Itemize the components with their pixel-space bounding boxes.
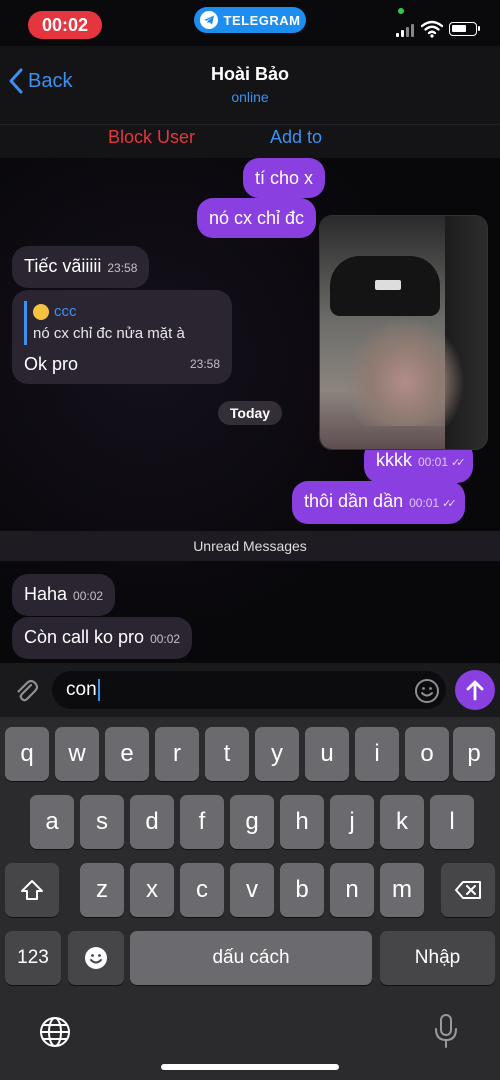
status-time[interactable]: 00:02: [28, 11, 102, 39]
add-contact-button[interactable]: Add to: [270, 127, 322, 148]
message-composer: con: [0, 663, 500, 717]
key-y[interactable]: y: [255, 727, 299, 781]
double-check-icon: ✓✓: [442, 498, 457, 510]
face-emoji-icon: [33, 304, 49, 320]
smiley-icon: [85, 947, 107, 969]
key-k[interactable]: k: [380, 795, 424, 849]
backspace-icon: [455, 881, 481, 899]
microphone-icon[interactable]: [433, 1013, 459, 1049]
message-text: kkkk: [376, 450, 412, 470]
key-h[interactable]: h: [280, 795, 324, 849]
contact-name[interactable]: Hoài Bảo: [0, 64, 500, 85]
message-time: 00:02: [73, 589, 104, 603]
key-d[interactable]: d: [130, 795, 174, 849]
reply-quote[interactable]: ccc nó cx chỉ đc nửa mặt à: [24, 301, 220, 345]
key-q[interactable]: q: [5, 727, 49, 781]
contact-status: online: [231, 89, 269, 105]
key-r[interactable]: r: [155, 727, 199, 781]
send-button[interactable]: [455, 670, 495, 710]
space-key[interactable]: dấu cách: [130, 931, 372, 985]
message-text: Tiếc vãiiiii: [24, 256, 102, 276]
key-i[interactable]: i: [355, 727, 399, 781]
key-n[interactable]: n: [330, 863, 374, 917]
key-j[interactable]: j: [330, 795, 374, 849]
message-list[interactable]: tí cho x nó cx chỉ đc Tiếc vãiiiii 23:58 …: [0, 158, 500, 663]
cellular-signal-icon: [396, 24, 414, 37]
text-caret: [97, 678, 100, 701]
key-t[interactable]: t: [205, 727, 249, 781]
return-key[interactable]: Nhập: [380, 931, 495, 985]
key-x[interactable]: x: [130, 863, 174, 917]
message-time: 23:58: [189, 357, 220, 371]
key-e[interactable]: e: [105, 727, 149, 781]
video-call-preview[interactable]: [320, 216, 487, 449]
message-time: 00:01: [409, 496, 440, 510]
reply-author: ccc: [54, 303, 77, 320]
message-text: Ok pro: [24, 354, 79, 374]
key-a[interactable]: a: [30, 795, 74, 849]
message-bubble-incoming[interactable]: Haha 00:02: [12, 574, 116, 616]
message-input-value: con: [66, 679, 97, 700]
message-text: Haha: [24, 584, 68, 604]
message-bubble-incoming-reply[interactable]: ccc nó cx chỉ đc nửa mặt à Ok pro 23:58: [12, 290, 232, 384]
message-text: Còn call ko pro: [24, 627, 145, 647]
key-o[interactable]: o: [405, 727, 449, 781]
message-text: tí cho x: [255, 168, 314, 188]
key-s[interactable]: s: [80, 795, 124, 849]
emoji-icon[interactable]: [414, 678, 440, 704]
key-u[interactable]: u: [305, 727, 349, 781]
key-z[interactable]: z: [80, 863, 124, 917]
backspace-key[interactable]: [441, 863, 495, 917]
paperclip-icon[interactable]: [12, 677, 40, 705]
shift-key[interactable]: [5, 863, 59, 917]
message-bubble-incoming[interactable]: Tiếc vãiiiii 23:58: [12, 246, 150, 288]
globe-icon[interactable]: [38, 1015, 72, 1049]
key-m[interactable]: m: [380, 863, 424, 917]
message-input[interactable]: con: [52, 671, 446, 709]
chat-header: Back Hoài Bảo online Block User Add to: [0, 46, 500, 158]
numbers-key[interactable]: 123: [5, 931, 61, 985]
on-screen-keyboard: q w e r t y u i o p a s d f g h j k l z …: [0, 717, 500, 1080]
key-b[interactable]: b: [280, 863, 324, 917]
arrow-up-icon: [466, 680, 484, 701]
camera-indicator-icon: [398, 8, 404, 14]
app-pill-label: TELEGRAM: [223, 12, 301, 28]
key-g[interactable]: g: [230, 795, 274, 849]
key-f[interactable]: f: [180, 795, 224, 849]
message-bubble-outgoing[interactable]: thôi dần dần 00:01 ✓✓: [292, 481, 465, 524]
unread-messages-divider: Unread Messages: [0, 531, 500, 561]
key-c[interactable]: c: [180, 863, 224, 917]
reply-text: nó cx chỉ đc nửa mặt à: [33, 325, 185, 342]
status-bar: 00:02 TELEGRAM: [0, 0, 500, 46]
key-l[interactable]: l: [430, 795, 474, 849]
battery-icon: [449, 22, 480, 36]
wifi-icon: [421, 20, 443, 38]
key-p[interactable]: p: [453, 727, 495, 781]
key-v[interactable]: v: [230, 863, 274, 917]
message-text: nó cx chỉ đc: [209, 208, 305, 228]
message-time: 00:01: [418, 455, 449, 469]
message-text: thôi dần dần: [304, 491, 404, 511]
shift-arrow-icon: [21, 880, 43, 900]
message-time: 00:02: [150, 632, 181, 646]
block-user-button[interactable]: Block User: [108, 127, 195, 148]
telegram-return-pill[interactable]: TELEGRAM: [194, 7, 306, 33]
chat-action-bar: Block User Add to: [0, 124, 500, 158]
telegram-logo-icon: [199, 11, 218, 29]
message-bubble-outgoing[interactable]: nó cx chỉ đc: [197, 198, 317, 238]
message-bubble-outgoing[interactable]: tí cho x: [243, 158, 326, 198]
home-indicator[interactable]: [161, 1064, 339, 1070]
key-w[interactable]: w: [55, 727, 99, 781]
day-separator: Today: [218, 401, 282, 425]
double-check-icon: ✓✓: [451, 457, 466, 469]
message-bubble-incoming[interactable]: Còn call ko pro 00:02: [12, 617, 193, 659]
message-time: 23:58: [107, 261, 138, 275]
emoji-keyboard-key[interactable]: [68, 931, 124, 985]
